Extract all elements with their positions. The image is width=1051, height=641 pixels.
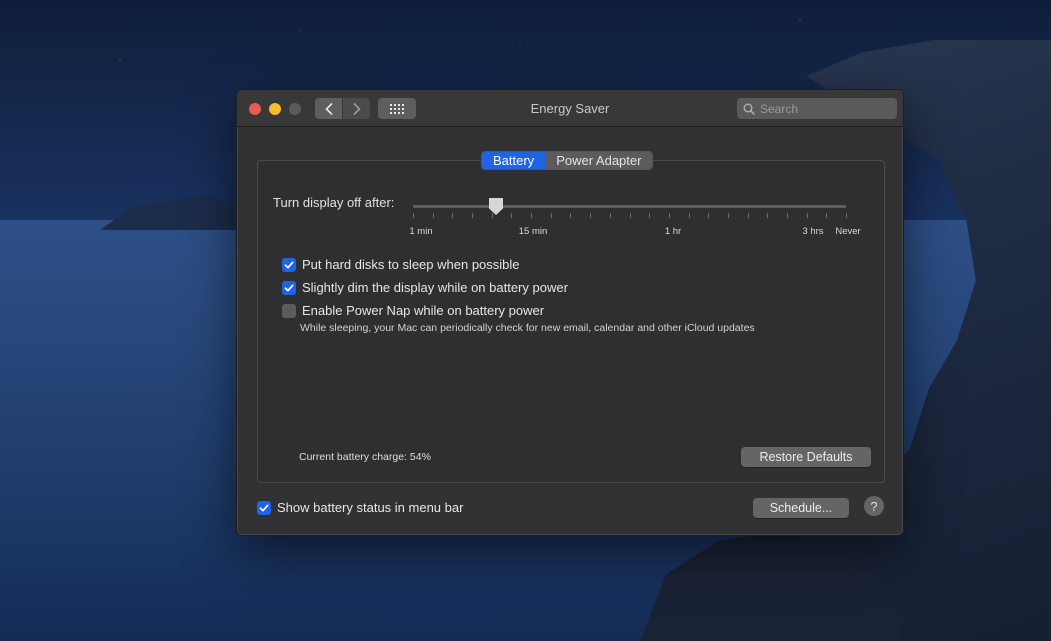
- schedule-button[interactable]: Schedule...: [753, 498, 849, 518]
- display-off-label: Turn display off after:: [273, 195, 395, 210]
- slider-tick: [590, 213, 592, 218]
- tick-label-3-hrs: 3 hrs: [802, 226, 824, 237]
- checkmark-icon: [284, 261, 294, 268]
- slider-tick: [786, 213, 788, 218]
- search-icon: [743, 103, 755, 115]
- slider-tick: [668, 213, 670, 218]
- slider-tick: [708, 213, 710, 218]
- show-battery-status-checkbox[interactable]: Show battery status in menu bar: [257, 500, 463, 515]
- slider-tick: [511, 213, 513, 218]
- search-placeholder: Search: [760, 101, 799, 116]
- hard-disk-sleep-checkbox[interactable]: Put hard disks to sleep when possible: [282, 257, 520, 272]
- power-nap-checkbox[interactable]: Enable Power Nap while on battery power: [282, 303, 544, 318]
- checkbox-checked[interactable]: [282, 280, 296, 295]
- titlebar: Energy Saver Search: [237, 90, 903, 127]
- slider-tick: [806, 213, 808, 218]
- slider-tick: [649, 213, 651, 218]
- slider-tick: [452, 213, 454, 218]
- slider-tick: [688, 213, 690, 218]
- tab-bar: Battery Power Adapter: [481, 151, 654, 170]
- slider-tick: [629, 213, 631, 218]
- restore-defaults-button[interactable]: Restore Defaults: [741, 447, 871, 467]
- slider-tick: [767, 213, 769, 218]
- slider-tick: [531, 213, 533, 218]
- display-off-slider-track[interactable]: [413, 205, 846, 208]
- slider-tick: [846, 213, 847, 218]
- tab-power-adapter[interactable]: Power Adapter: [545, 152, 653, 169]
- battery-charge-text: Current battery charge: 54%: [299, 451, 431, 463]
- tick-label-1-hr: 1 hr: [664, 226, 682, 237]
- show-battery-status-label: Show battery status in menu bar: [277, 500, 464, 515]
- tick-label-15-min: 15 min: [518, 226, 548, 237]
- tick-label-1-min: 1 min: [409, 226, 433, 237]
- slider-tick: [570, 213, 572, 218]
- checkmark-icon: [284, 284, 294, 291]
- checkbox-unchecked[interactable]: [282, 303, 296, 318]
- power-nap-description: While sleeping, your Mac can periodicall…: [300, 322, 755, 334]
- slider-tick: [413, 213, 414, 218]
- tab-battery[interactable]: Battery: [482, 152, 546, 169]
- slider-tick: [727, 213, 729, 218]
- help-button[interactable]: ?: [864, 496, 884, 516]
- slider-tick: [747, 213, 749, 218]
- slider-tick: [432, 213, 434, 218]
- dim-display-label: Slightly dim the display while on batter…: [302, 280, 568, 295]
- slider-tick: [472, 213, 474, 218]
- hard-disk-sleep-label: Put hard disks to sleep when possible: [302, 257, 520, 272]
- slider-tick: [550, 213, 552, 218]
- dim-display-checkbox[interactable]: Slightly dim the display while on batter…: [282, 280, 568, 295]
- slider-tick: [609, 213, 611, 218]
- checkbox-checked[interactable]: [282, 257, 296, 272]
- search-field[interactable]: Search: [737, 98, 897, 119]
- slider-tick: [826, 213, 828, 218]
- tick-label-never: Never: [835, 226, 861, 237]
- energy-saver-window: Energy Saver Search Battery Power Adapte…: [236, 89, 904, 536]
- checkbox-checked[interactable]: [257, 500, 271, 515]
- checkmark-icon: [259, 504, 269, 511]
- slider-tick: [491, 213, 493, 218]
- power-nap-label: Enable Power Nap while on battery power: [302, 303, 545, 318]
